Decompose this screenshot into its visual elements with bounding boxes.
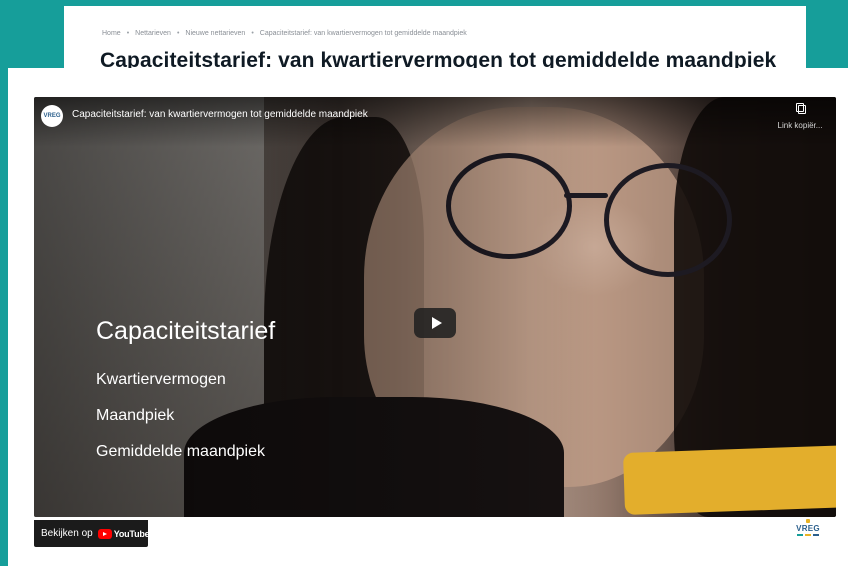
vreg-logo-text: VREG (796, 524, 820, 533)
copy-link-icon (795, 103, 806, 114)
breadcrumb-separator: • (251, 30, 254, 37)
watch-on-youtube-button[interactable]: Bekijken op YouTube (34, 520, 150, 547)
vreg-watermark-logo[interactable]: VREG (792, 519, 824, 542)
video-overlay-heading: Capaciteitstarief (96, 317, 276, 345)
breadcrumb-nettarieven[interactable]: Nettarieven (135, 30, 171, 37)
page-header: Home • Nettarieven • Nieuwe nettarieven … (64, 6, 806, 76)
play-icon (431, 317, 442, 329)
youtube-wordmark: YouTube (113, 528, 150, 539)
vreg-logo-bar (792, 534, 824, 536)
breadcrumb-nieuwe-nettarieven[interactable]: Nieuwe nettarieven (185, 30, 245, 37)
channel-avatar[interactable]: VREG (41, 105, 63, 127)
channel-avatar-text: VREG (43, 113, 61, 119)
copy-link-label: Link kopiër... (777, 121, 823, 130)
video-title[interactable]: Capaciteitstarief: van kwartiervermogen … (72, 109, 368, 120)
breadcrumb: Home • Nettarieven • Nieuwe nettarieven … (102, 30, 467, 37)
video-overlay-item: Kwartiervermogen (96, 371, 226, 388)
video-overlay-item: Maandpiek (96, 407, 175, 424)
breadcrumb-home[interactable]: Home (102, 30, 121, 37)
video-overlay-item: Gemiddelde maandpiek (96, 443, 265, 460)
breadcrumb-separator: • (126, 30, 130, 37)
watch-on-label: Bekijken op (41, 528, 93, 539)
video-player[interactable]: VREG Capaciteitstarief: van kwartierverm… (34, 97, 836, 517)
vreg-logo-mark (806, 519, 810, 523)
video-top-bar (34, 97, 836, 147)
play-button[interactable] (414, 308, 456, 338)
breadcrumb-separator: • (176, 30, 180, 37)
breadcrumb-current: Capaciteitstarief: van kwartiervermogen … (259, 30, 467, 37)
youtube-logo: YouTube (97, 528, 150, 539)
youtube-icon (97, 528, 112, 539)
copy-link-button[interactable]: Link kopiër... (772, 103, 828, 133)
